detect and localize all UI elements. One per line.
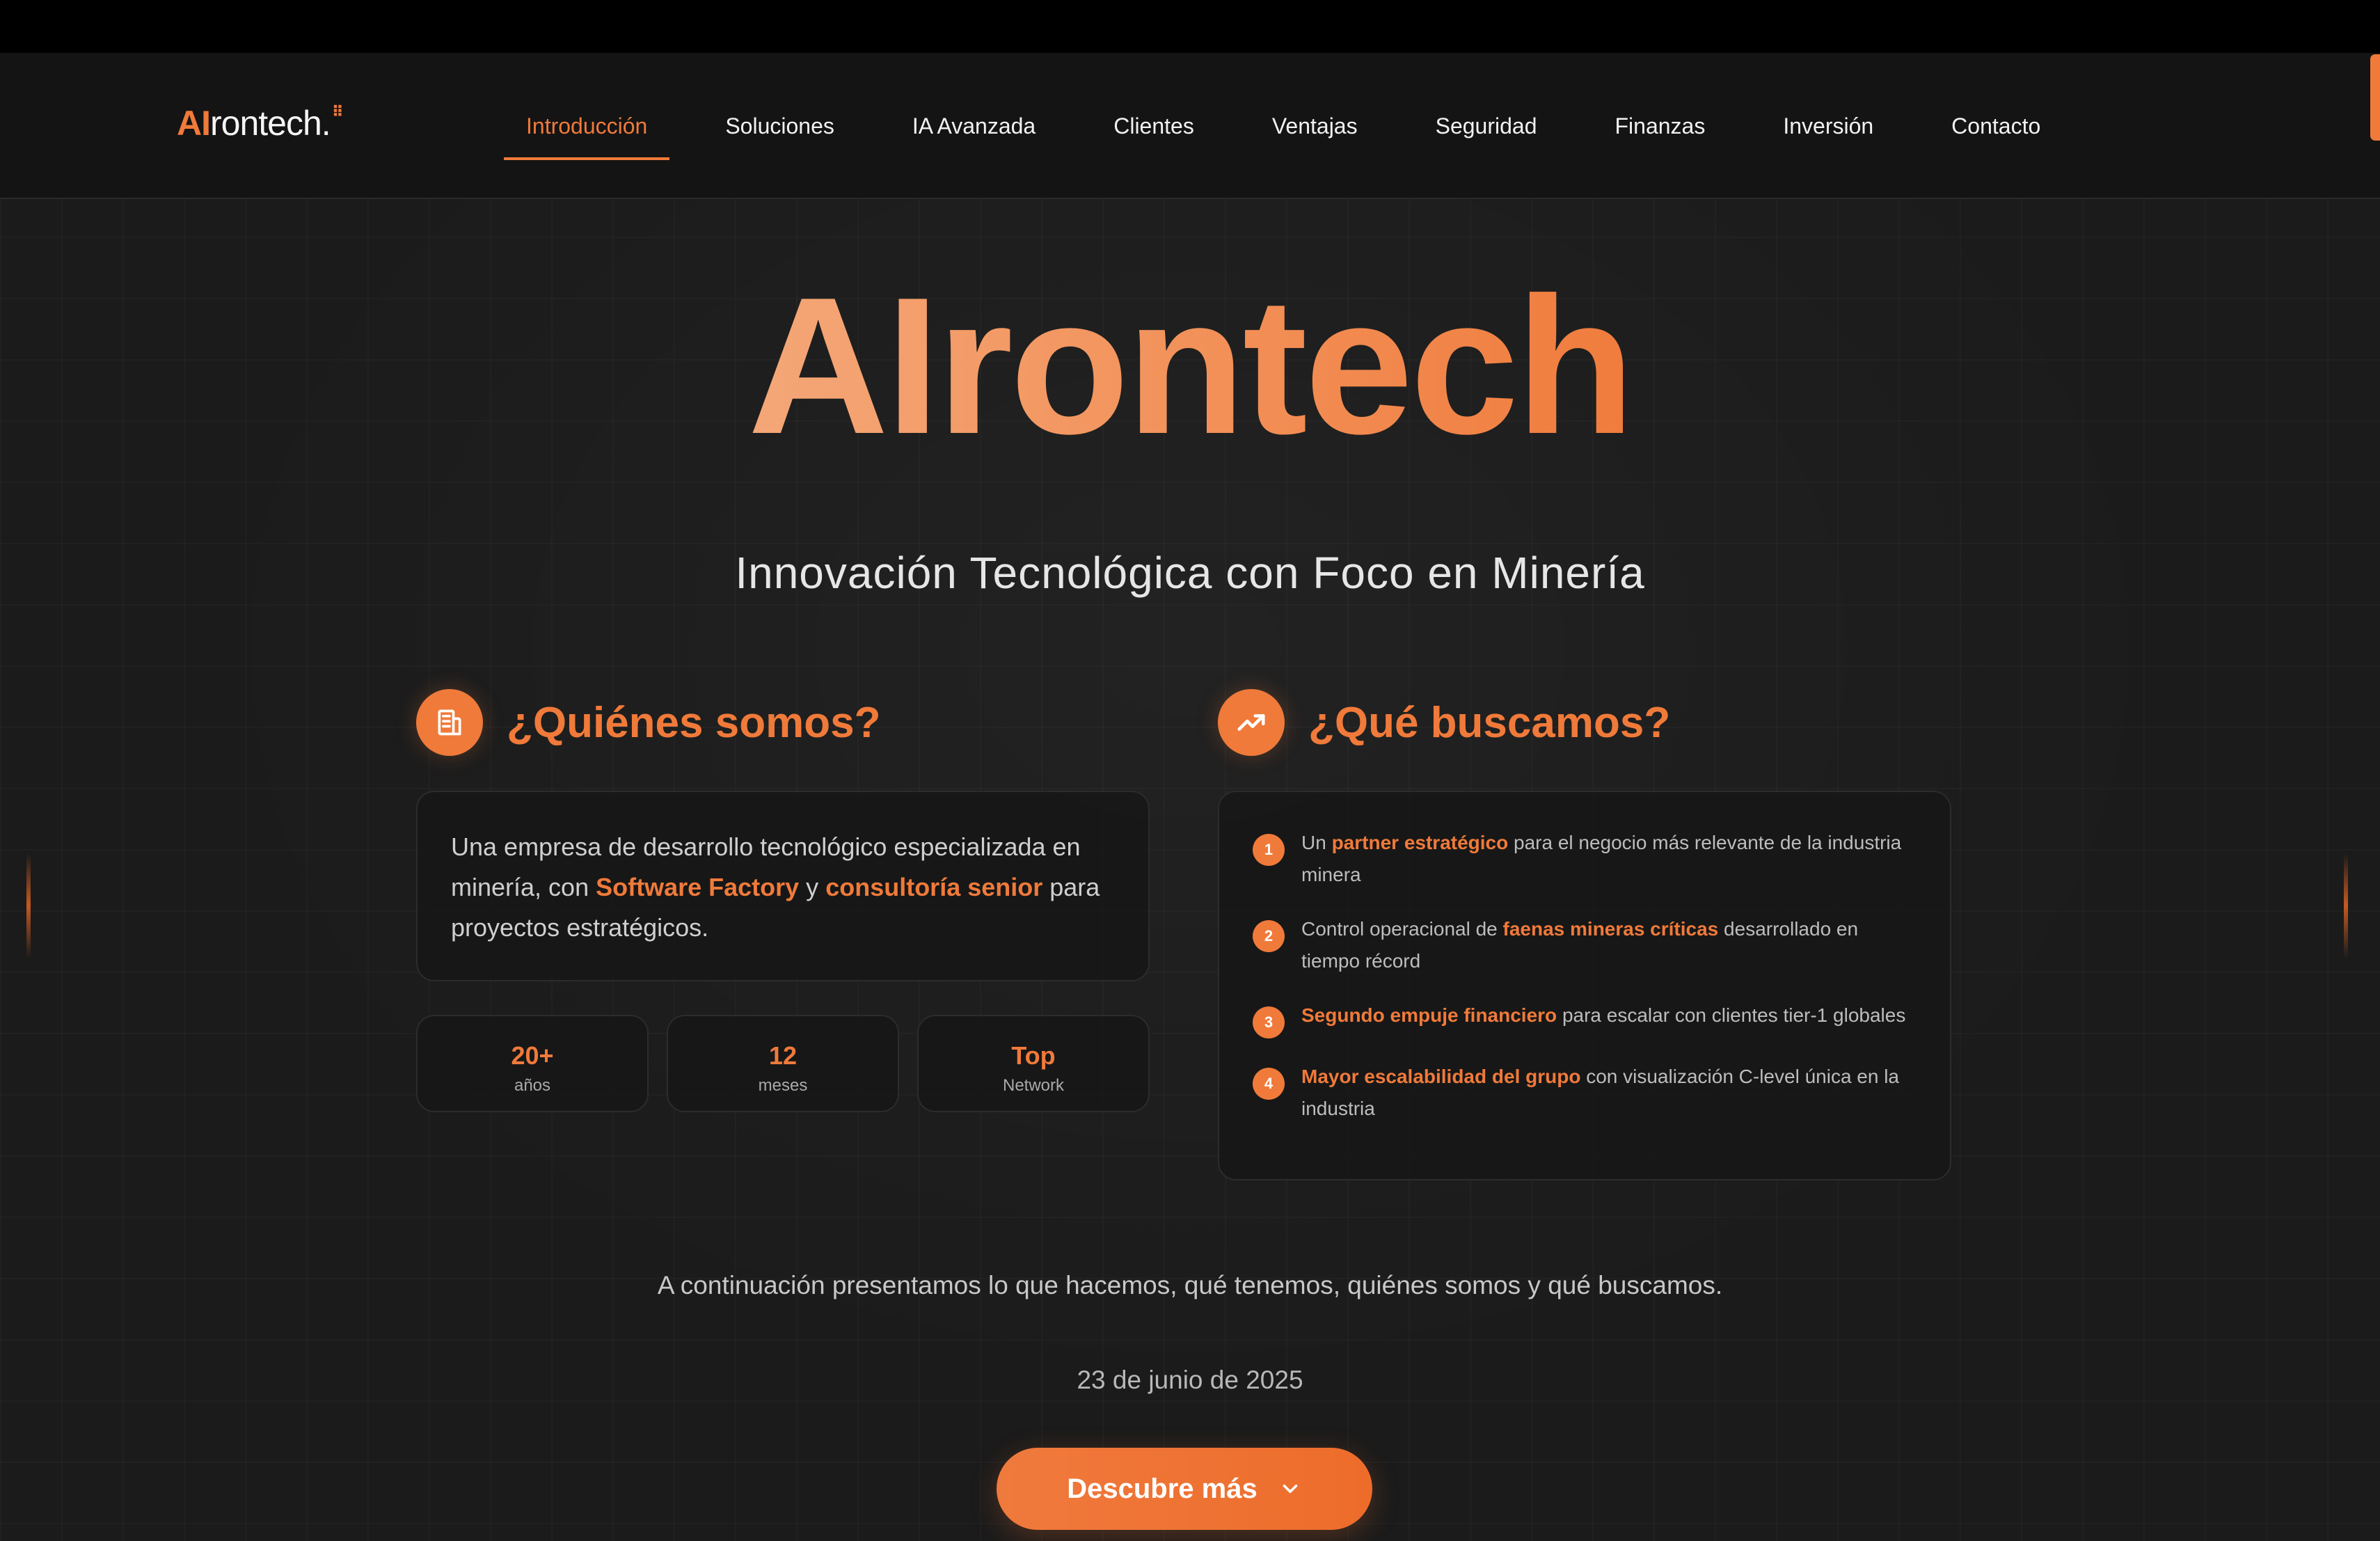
number-badge: 3 <box>1253 1006 1285 1038</box>
nav-finanzas[interactable]: Finanzas <box>1592 53 1727 199</box>
seek-heading-group: ¿Qué buscamos? <box>1218 689 1670 756</box>
nav-seguridad[interactable]: Seguridad <box>1413 53 1560 199</box>
discover-more-button[interactable]: Descubre más <box>997 1448 1372 1530</box>
list-item: 4 Mayor escalabilidad del grupo con visu… <box>1253 1061 1917 1125</box>
list-item: 1 Un partner estratégico para el negocio… <box>1253 827 1917 891</box>
scrollbar-thumb[interactable] <box>2370 54 2380 141</box>
seek-text-highlight: Segundo empuje financiero <box>1301 1004 1557 1026</box>
who-highlight-consultoria: consultoría senior <box>825 873 1043 901</box>
who-heading-group: ¿Quiénes somos? <box>416 689 880 756</box>
seek-text-pre: Un <box>1301 832 1332 853</box>
logo[interactable]: AIrontech.⠿ <box>177 103 344 143</box>
intro-text: A continuación presentamos lo que hacemo… <box>657 1271 1723 1299</box>
seek-text-highlight: Mayor escalabilidad del grupo <box>1301 1066 1581 1087</box>
list-item: 2 Control operacional de faenas mineras … <box>1253 913 1917 977</box>
seek-item-text: Segundo empuje financiero para escalar c… <box>1301 999 1905 1038</box>
presentation-date: 23 de junio de 2025 <box>1077 1366 1303 1394</box>
seek-text-highlight: faenas mineras críticas <box>1502 918 1719 940</box>
hero-title: AIrontech <box>0 269 2380 464</box>
building-icon <box>416 689 483 756</box>
who-description: Una empresa de desarrollo tecnológico es… <box>451 827 1115 948</box>
nav-introduccion[interactable]: Introducción <box>504 53 670 199</box>
nav-inversion[interactable]: Inversión <box>1761 53 1896 199</box>
seek-heading: ¿Qué buscamos? <box>1308 698 1671 747</box>
stat-value: 20+ <box>511 1041 554 1070</box>
stat-label: Network <box>1002 1076 1065 1095</box>
nav-ia-avanzada[interactable]: IA Avanzada <box>890 53 1058 199</box>
right-decor-line <box>2344 853 2348 958</box>
number-badge: 1 <box>1253 834 1285 866</box>
logo-ai: AI <box>177 104 211 143</box>
seek-text-highlight: partner estratégico <box>1331 832 1509 853</box>
chevron-down-icon <box>1278 1477 1302 1501</box>
list-item: 3 Segundo empuje financiero para escalar… <box>1253 999 1917 1038</box>
left-decor-line <box>26 853 31 958</box>
who-text-2: y <box>799 873 826 901</box>
discover-more-label: Descubre más <box>1067 1473 1258 1504</box>
who-heading: ¿Quiénes somos? <box>507 698 881 747</box>
stat-card-years: 20+ años <box>416 1015 649 1112</box>
stat-value: 12 <box>768 1041 798 1070</box>
nav-soluciones[interactable]: Soluciones <box>703 53 857 199</box>
stat-card-months: 12 meses <box>667 1015 899 1112</box>
seek-item-text: Mayor escalabilidad del grupo con visual… <box>1301 1061 1917 1125</box>
logo-text: rontech. <box>210 104 331 143</box>
seek-item-text: Un partner estratégico para el negocio m… <box>1301 827 1917 891</box>
nav-ventajas[interactable]: Ventajas <box>1250 53 1380 199</box>
who-card: Una empresa de desarrollo tecnológico es… <box>416 791 1150 981</box>
hero-subtitle: Innovación Tecnológica con Foco en Miner… <box>735 548 1645 598</box>
number-badge: 2 <box>1253 920 1285 952</box>
trending-up-icon <box>1218 689 1285 756</box>
nav-contacto[interactable]: Contacto <box>1929 53 2063 199</box>
stat-label: años <box>514 1076 551 1095</box>
stat-card-network: Top Network <box>917 1015 1150 1112</box>
who-highlight-software-factory: Software Factory <box>596 873 800 901</box>
number-badge: 4 <box>1253 1068 1285 1100</box>
browser-top-bar <box>0 0 2380 53</box>
seek-text-post: para escalar con clientes tier-1 globale… <box>1557 1004 1906 1026</box>
seek-card: 1 Un partner estratégico para el negocio… <box>1218 791 1951 1180</box>
page: AIrontech.⠿ Introducción Soluciones IA A… <box>0 53 2380 1541</box>
seek-item-text: Control operacional de faenas mineras cr… <box>1301 913 1917 977</box>
stat-value: Top <box>1011 1041 1056 1070</box>
seek-text-pre: Control operacional de <box>1301 918 1503 940</box>
nav-clientes[interactable]: Clientes <box>1091 53 1216 199</box>
main-nav: Introducción Soluciones IA Avanzada Clie… <box>504 53 2096 199</box>
stat-label: meses <box>758 1076 808 1095</box>
logo-mark-icon: ⠿ <box>331 103 344 120</box>
site-header: AIrontech.⠿ Introducción Soluciones IA A… <box>0 53 2380 199</box>
